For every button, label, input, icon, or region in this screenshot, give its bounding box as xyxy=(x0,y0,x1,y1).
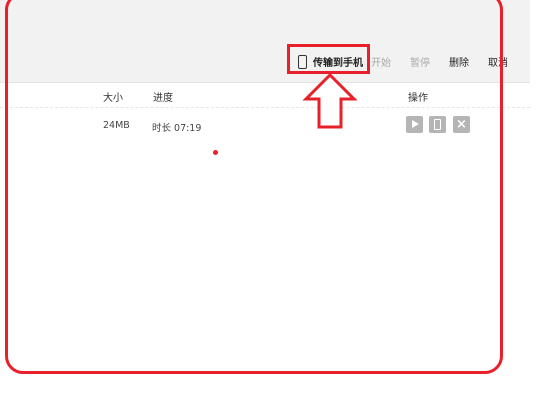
send-to-phone-icon[interactable] xyxy=(429,116,446,133)
close-icon[interactable]: × xyxy=(453,116,470,133)
play-icon[interactable] xyxy=(406,116,423,133)
column-header-size: 大小 xyxy=(103,93,123,104)
table-header: 大小 进度 操作 xyxy=(0,83,530,108)
column-header-progress: 进度 xyxy=(153,93,173,104)
table-row[interactable]: 24MB 时长 07:19 × xyxy=(0,110,530,140)
start-button[interactable]: 开始 xyxy=(371,55,391,73)
annotation-highlight-box xyxy=(287,44,370,74)
delete-button[interactable]: 删除 xyxy=(449,55,469,73)
download-manager-window: 传输到手机 开始 暂停 删除 取消 大小 进度 操作 24MB 时长 07:19… xyxy=(0,0,530,380)
up-arrow-icon xyxy=(302,72,358,129)
file-duration: 时长 07:19 xyxy=(152,123,202,134)
pause-button[interactable]: 暂停 xyxy=(410,55,430,73)
toolbar: 传输到手机 开始 暂停 删除 取消 xyxy=(0,0,530,83)
column-header-actions: 操作 xyxy=(408,93,428,104)
annotation-dot xyxy=(213,150,218,155)
file-size: 24MB xyxy=(103,120,130,131)
cancel-button[interactable]: 取消 xyxy=(488,55,508,73)
